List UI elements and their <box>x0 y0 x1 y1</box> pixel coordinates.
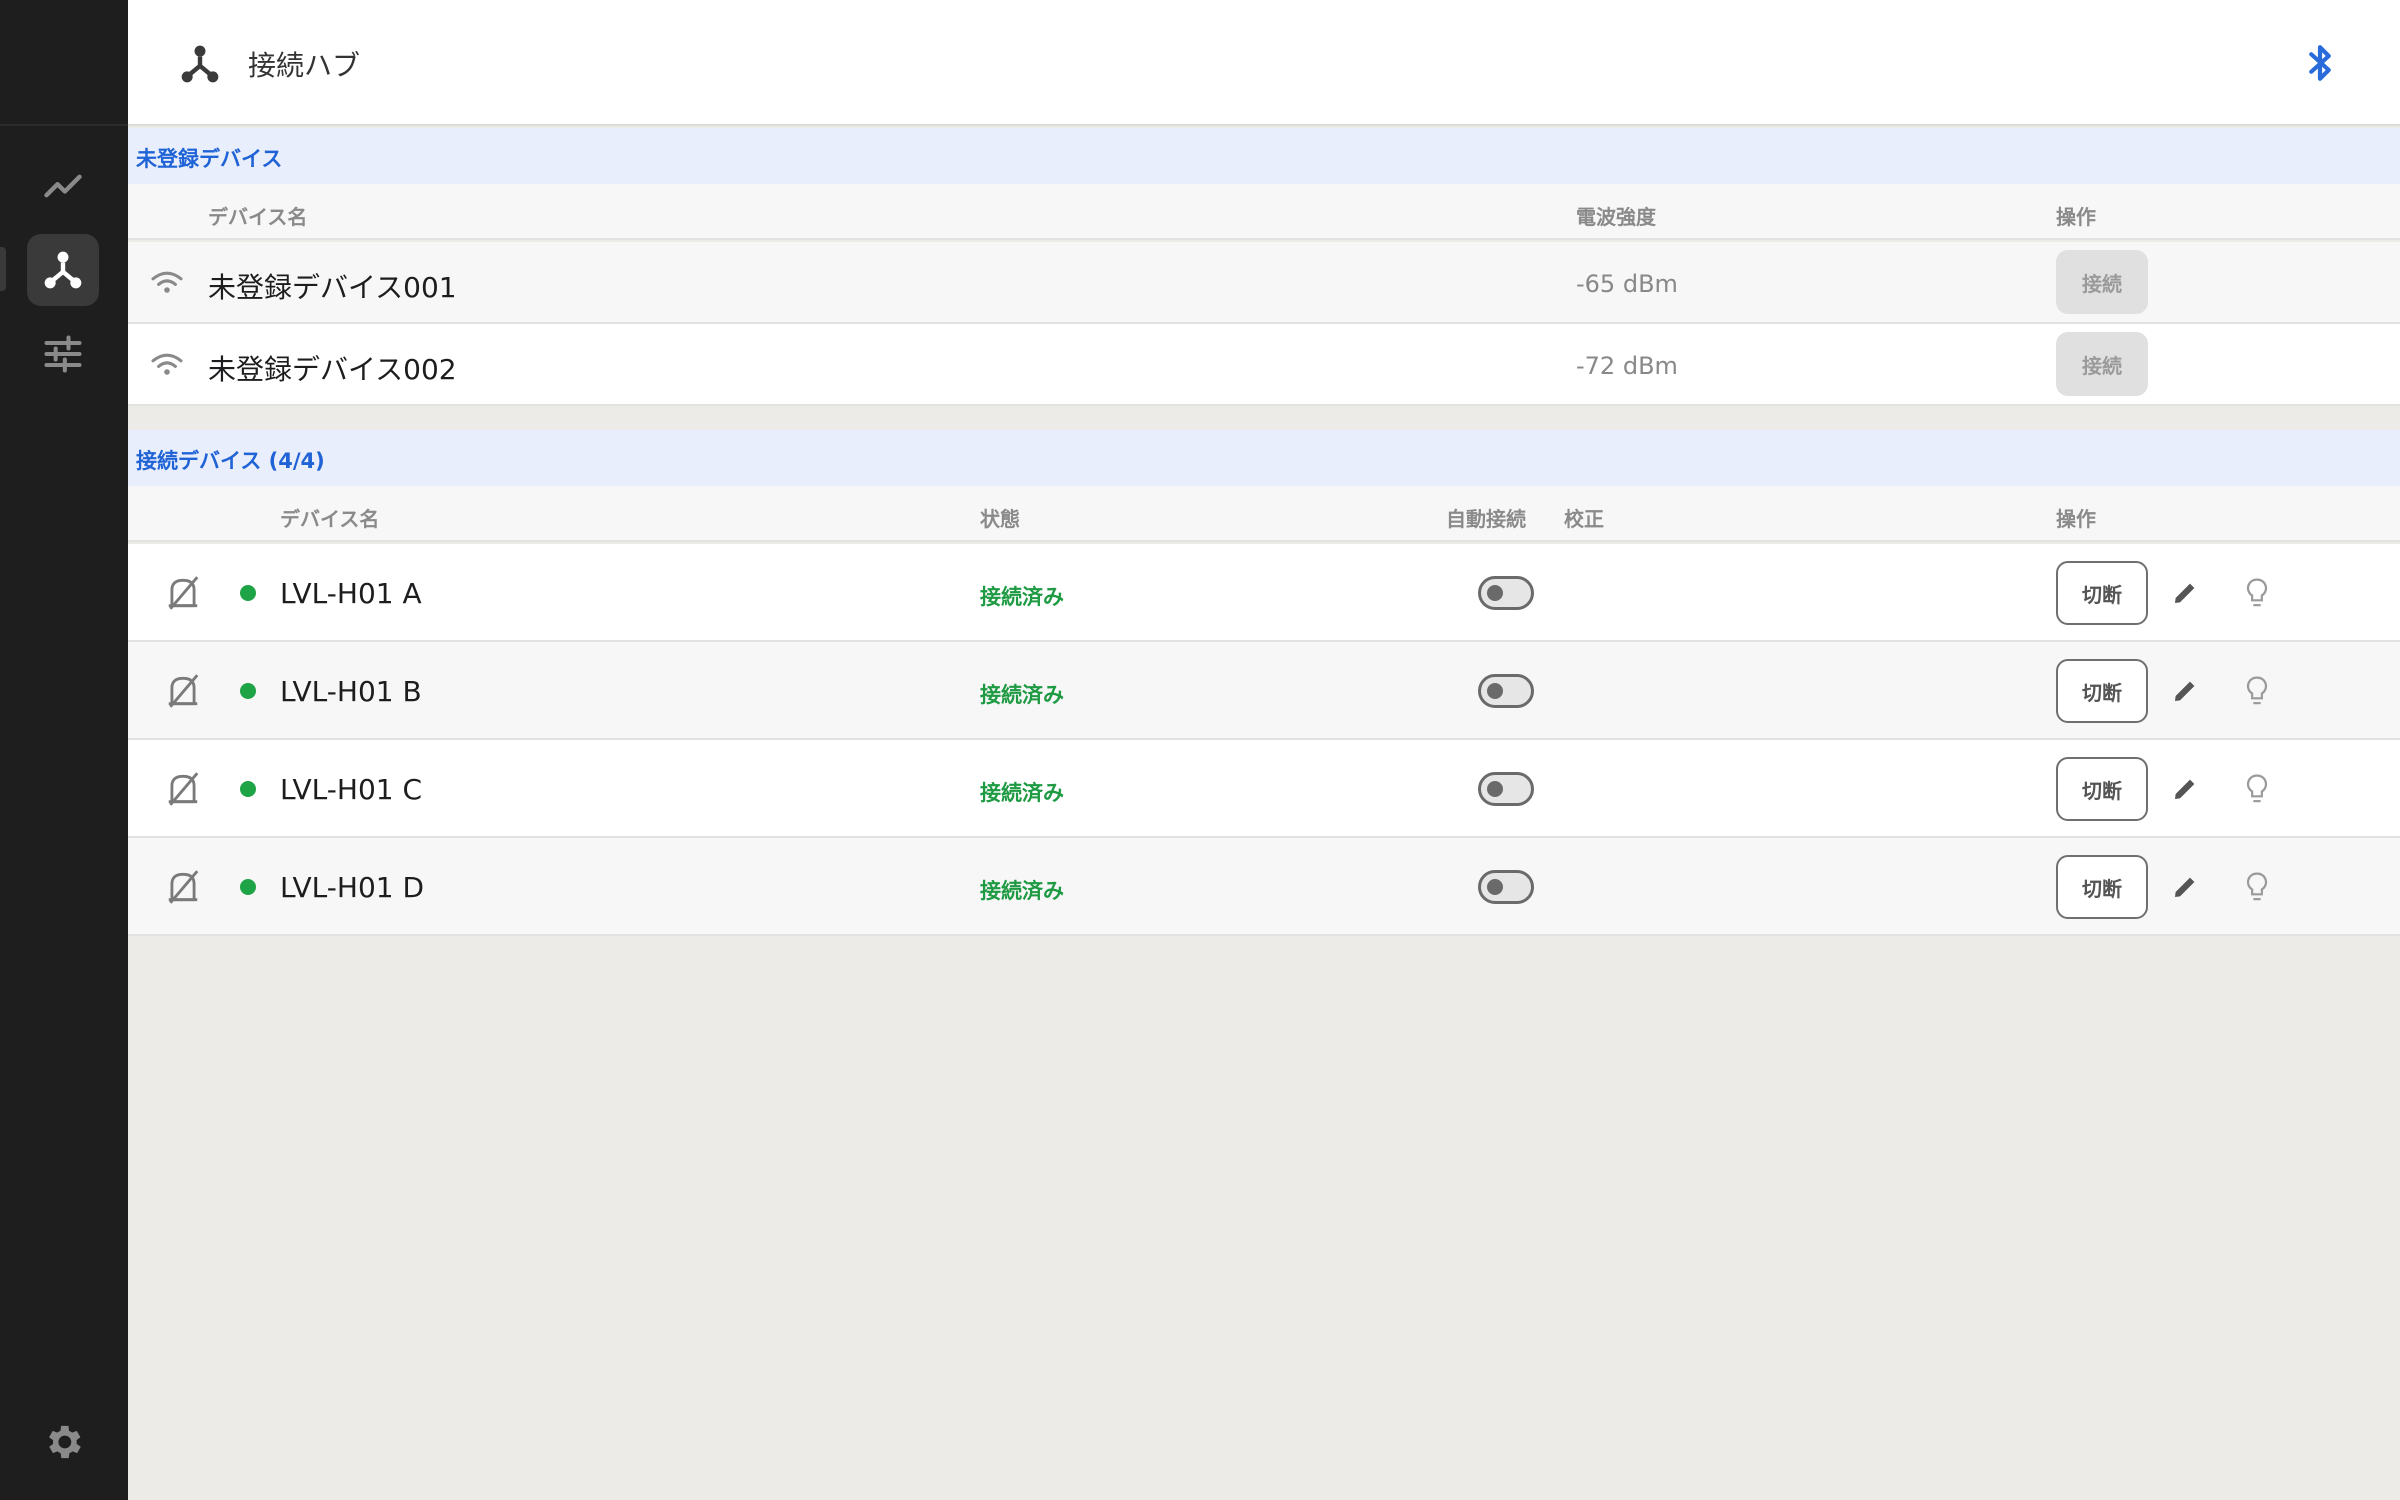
sidebar-item-hub[interactable] <box>27 234 99 306</box>
auto-connect-toggle[interactable] <box>1478 870 1534 904</box>
hub-icon <box>181 45 219 83</box>
gear-icon <box>49 1425 81 1459</box>
signal-strength: -65 dBm <box>1576 270 1678 298</box>
notification-off-icon[interactable] <box>164 672 202 710</box>
connection-status: 接続済み <box>980 781 1064 805</box>
sidebar <box>0 0 128 1500</box>
column-device-name: デバイス名 <box>280 507 380 531</box>
auto-connect-toggle[interactable] <box>1478 674 1534 708</box>
device-name: LVL-H01 D <box>280 871 425 904</box>
wifi-icon <box>151 353 183 375</box>
disconnect-button[interactable]: 切断 <box>2056 855 2148 919</box>
device-name: 未登録デバイス001 <box>208 271 457 304</box>
device-name: LVL-H01 C <box>280 773 423 806</box>
unregistered-table-header: デバイス名 電波強度 操作 <box>128 184 2400 240</box>
lightbulb-icon[interactable] <box>2242 674 2272 708</box>
notification-off-icon[interactable] <box>164 770 202 808</box>
auto-connect-toggle[interactable] <box>1478 772 1534 806</box>
device-name: 未登録デバイス002 <box>208 353 457 386</box>
column-action: 操作 <box>2056 205 2096 229</box>
lightbulb-icon[interactable] <box>2242 870 2272 904</box>
disconnect-button[interactable]: 切断 <box>2056 659 2148 723</box>
sidebar-divider <box>0 124 128 126</box>
sidebar-item-settings[interactable] <box>27 1406 99 1478</box>
header: 接続ハブ <box>128 0 2400 126</box>
column-action: 操作 <box>2056 507 2096 531</box>
table-row: 未登録デバイス002 -72 dBm 接続 <box>128 324 2400 406</box>
table-row: LVL-H01 A 接続済み 切断 <box>128 544 2400 642</box>
status-indicator <box>240 585 256 601</box>
table-row: LVL-H01 C 接続済み 切断 <box>128 740 2400 838</box>
trend-chart-icon <box>44 174 82 198</box>
table-row: LVL-H01 B 接続済み 切断 <box>128 642 2400 740</box>
toggle-knob <box>1487 879 1503 895</box>
sidebar-item-dashboard[interactable] <box>27 150 99 222</box>
table-row: 未登録デバイス001 -65 dBm 接続 <box>128 242 2400 324</box>
lightbulb-icon[interactable] <box>2242 576 2272 610</box>
disconnect-button[interactable]: 切断 <box>2056 561 2148 625</box>
device-name: LVL-H01 B <box>280 675 422 708</box>
notification-off-icon[interactable] <box>164 574 202 612</box>
edit-icon[interactable] <box>2170 774 2200 804</box>
lightbulb-icon[interactable] <box>2242 772 2272 806</box>
connected-section-title: 接続デバイス (4/4) <box>128 430 2400 486</box>
connect-button[interactable]: 接続 <box>2056 250 2148 314</box>
connection-status: 接続済み <box>980 879 1064 903</box>
bluetooth-icon[interactable] <box>2304 42 2336 84</box>
page-title: 接続ハブ <box>248 49 361 82</box>
edit-icon[interactable] <box>2170 578 2200 608</box>
notification-off-icon[interactable] <box>164 868 202 906</box>
connection-status: 接続済み <box>980 683 1064 707</box>
status-indicator <box>240 683 256 699</box>
unregistered-section-title: 未登録デバイス <box>128 128 2400 184</box>
disconnect-button[interactable]: 切断 <box>2056 757 2148 821</box>
sidebar-item-settings-adjust[interactable] <box>27 318 99 390</box>
wifi-icon <box>151 271 183 293</box>
edit-icon[interactable] <box>2170 872 2200 902</box>
column-status: 状態 <box>980 507 1020 531</box>
column-auto-connect: 自動接続 <box>1446 507 1526 531</box>
table-row: LVL-H01 D 接続済み 切断 <box>128 838 2400 936</box>
toggle-knob <box>1487 585 1503 601</box>
hub-icon <box>44 251 82 289</box>
connection-status: 接続済み <box>980 585 1064 609</box>
toggle-knob <box>1487 781 1503 797</box>
auto-connect-toggle[interactable] <box>1478 576 1534 610</box>
sliders-icon <box>44 335 82 373</box>
status-indicator <box>240 781 256 797</box>
sidebar-active-indicator <box>0 247 6 291</box>
column-calibration: 校正 <box>1564 507 1604 531</box>
device-name: LVL-H01 A <box>280 577 422 610</box>
status-indicator <box>240 879 256 895</box>
connected-table-header: デバイス名 状態 自動接続 校正 操作 <box>128 486 2400 542</box>
main-content: 接続ハブ 未登録デバイス デバイス名 電波強度 操作 未登録デバイス001 -6… <box>128 0 2400 1500</box>
edit-icon[interactable] <box>2170 676 2200 706</box>
toggle-knob <box>1487 683 1503 699</box>
column-signal-strength: 電波強度 <box>1576 205 1656 229</box>
signal-strength: -72 dBm <box>1576 352 1678 380</box>
column-device-name: デバイス名 <box>208 205 308 229</box>
connect-button[interactable]: 接続 <box>2056 332 2148 396</box>
